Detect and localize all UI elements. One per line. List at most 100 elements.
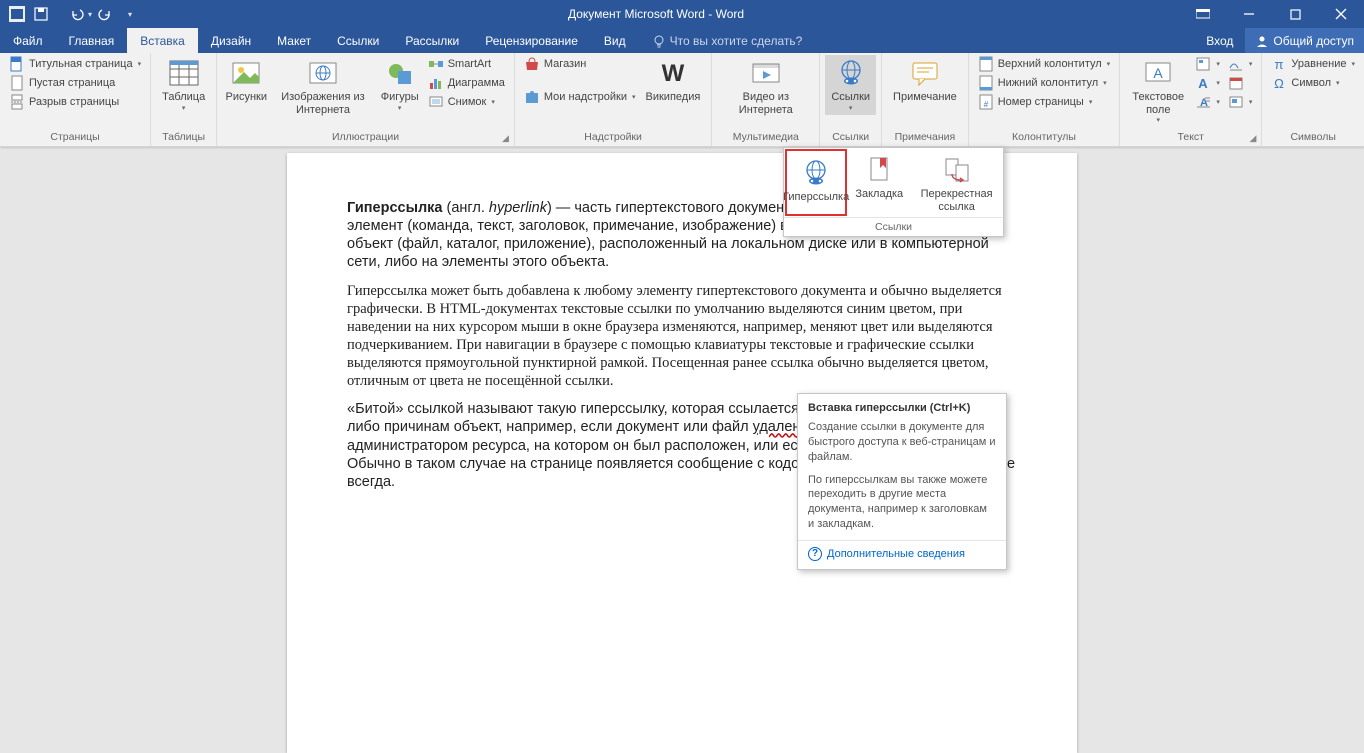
save-icon[interactable] [30, 3, 52, 25]
header-button[interactable]: Верхний колонтитул▾ [974, 55, 1114, 73]
tell-me[interactable]: Что вы хотите сделать? [639, 28, 816, 53]
dropcap-icon: A [1195, 94, 1211, 110]
bookmark-item[interactable]: Закладка [848, 148, 910, 217]
group-headerfooter: Верхний колонтитул▾ Нижний колонтитул▾ #… [969, 53, 1120, 146]
group-addins: Магазин Мои надстройки▾ WВикипедия Надст… [515, 53, 712, 146]
tab-mailings[interactable]: Рассылки [392, 28, 472, 53]
tab-review[interactable]: Рецензирование [472, 28, 591, 53]
group-label: Текст◢ [1125, 129, 1256, 146]
equation-button[interactable]: πУравнение▾ [1267, 55, 1359, 73]
page-number-button[interactable]: #Номер страницы▾ [974, 93, 1114, 111]
table-button[interactable]: Таблица▾ [156, 55, 211, 115]
group-illustrations: Рисунки Изображения из Интернета Фигуры▾… [217, 53, 515, 146]
textbox-button[interactable]: AТекстовое поле▾ [1125, 55, 1191, 127]
ribbon-tabs: Файл Главная Вставка Дизайн Макет Ссылки… [0, 28, 1364, 53]
signature-button[interactable]: ▾ [1224, 55, 1257, 73]
symbol-button[interactable]: ΩСимвол▾ [1267, 74, 1359, 92]
window-title: Документ Microsoft Word - Word [132, 7, 1180, 21]
comment-button[interactable]: Примечание [887, 55, 963, 106]
online-pictures-button[interactable]: Изображения из Интернета [270, 55, 375, 118]
links-split-button[interactable]: Ссылки▾ [825, 55, 876, 115]
header-icon [978, 56, 994, 72]
object-button[interactable]: ▾ [1224, 93, 1257, 111]
footer-button[interactable]: Нижний колонтитул▾ [974, 74, 1114, 92]
group-links: Ссылки▾ Ссылки [820, 53, 882, 146]
svg-text:π: π [1275, 57, 1284, 72]
group-media: Видео из Интернета Мультимедиа [712, 53, 820, 146]
hyperlink-item[interactable]: Гиперссылка [785, 149, 847, 216]
screenshot-icon [428, 94, 444, 110]
comment-icon [909, 57, 941, 89]
dialog-launcher-icon[interactable]: ◢ [502, 133, 509, 144]
tab-home[interactable]: Главная [56, 28, 128, 53]
group-label: Иллюстрации◢ [222, 129, 509, 146]
crossref-icon [941, 154, 973, 186]
share-button[interactable]: Общий доступ [1245, 28, 1364, 53]
shapes-button[interactable]: Фигуры▾ [376, 55, 424, 115]
online-pictures-icon [307, 57, 339, 89]
tab-layout[interactable]: Макет [264, 28, 324, 53]
chart-button[interactable]: Диаграмма [424, 74, 509, 92]
hyperlink-tooltip: Вставка гиперссылки (Ctrl+K) Создание сс… [797, 393, 1007, 570]
pictures-button[interactable]: Рисунки [222, 55, 270, 106]
blank-page-button[interactable]: Пустая страница [5, 74, 145, 92]
close-icon[interactable] [1318, 0, 1364, 28]
tooltip-more-link[interactable]: ? Дополнительные сведения [798, 540, 1006, 569]
undo-dropdown-icon[interactable]: ▾ [88, 10, 92, 19]
redo-icon[interactable] [94, 3, 116, 25]
svg-text:Ω: Ω [1275, 76, 1285, 91]
smartart-button[interactable]: SmartArt [424, 55, 509, 73]
bookmark-icon [863, 154, 895, 186]
title-bar: ▾ ▾ Документ Microsoft Word - Word [0, 0, 1364, 28]
datetime-icon [1228, 75, 1244, 91]
equation-icon: π [1271, 56, 1287, 72]
footer-icon [978, 75, 994, 91]
qat-customize-icon[interactable]: ▾ [128, 10, 132, 19]
minimize-icon[interactable] [1226, 0, 1272, 28]
sign-in[interactable]: Вход [1194, 28, 1245, 53]
page-break-button[interactable]: Разрыв страницы [5, 93, 145, 111]
document-area: Гиперссылка (англ. hyperlink) — часть ги… [0, 147, 1364, 753]
object-icon [1228, 94, 1244, 110]
cover-page-button[interactable]: Титульная страница▾ [5, 55, 145, 73]
symbol-icon: Ω [1271, 75, 1287, 91]
undo-icon[interactable] [66, 3, 88, 25]
blank-page-icon [9, 75, 25, 91]
svg-text:W: W [662, 60, 685, 87]
wikipedia-button[interactable]: WВикипедия [640, 55, 707, 106]
maximize-icon[interactable] [1272, 0, 1318, 28]
quickparts-icon [1195, 56, 1211, 72]
quick-parts-button[interactable]: ▾ [1191, 55, 1224, 73]
shapes-icon [384, 57, 416, 89]
tooltip-title: Вставка гиперссылки (Ctrl+K) [808, 402, 996, 414]
dialog-launcher-icon[interactable]: ◢ [1249, 133, 1256, 144]
datetime-button[interactable] [1224, 74, 1257, 92]
help-icon: ? [808, 547, 822, 561]
tab-design[interactable]: Дизайн [198, 28, 264, 53]
online-video-button[interactable]: Видео из Интернета [717, 55, 814, 118]
svg-text:A: A [1154, 65, 1164, 81]
store-button[interactable]: Магазин [520, 55, 640, 73]
person-icon [1255, 34, 1269, 48]
tab-references[interactable]: Ссылки [324, 28, 392, 53]
doc-paragraph: Гиперссылка может быть добавлена к любом… [347, 282, 1017, 391]
my-addins-button[interactable]: Мои надстройки▾ [520, 88, 640, 106]
screenshot-button[interactable]: Снимок▾ [424, 93, 509, 111]
tab-insert[interactable]: Вставка [127, 28, 198, 53]
lightbulb-icon [652, 34, 666, 48]
group-tables: Таблица▾ Таблицы [151, 53, 217, 146]
dropcap-button[interactable]: A▾ [1191, 93, 1224, 111]
hyperlink-globe-icon [835, 57, 867, 89]
svg-text:#: # [983, 100, 988, 109]
tab-view[interactable]: Вид [591, 28, 639, 53]
signature-icon [1228, 56, 1244, 72]
wordart-button[interactable]: A▾ [1191, 74, 1224, 92]
ribbon-display-icon[interactable] [1180, 0, 1226, 28]
crossref-item[interactable]: Перекрестная ссылка [910, 148, 1003, 217]
word-app-icon [6, 3, 28, 25]
tab-file[interactable]: Файл [0, 28, 56, 53]
chart-icon [428, 75, 444, 91]
pictures-icon [230, 57, 262, 89]
textbox-icon: A [1142, 57, 1174, 89]
page-break-icon [9, 94, 25, 110]
